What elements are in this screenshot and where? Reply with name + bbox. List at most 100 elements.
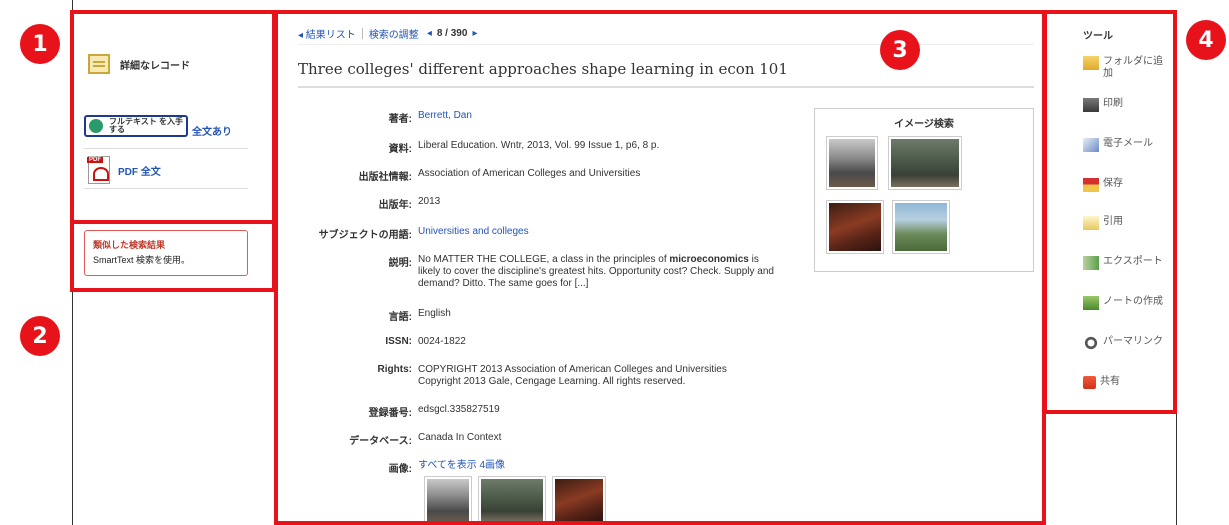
field-label: データベース: [349, 436, 412, 447]
field-label: 画像: [388, 464, 412, 475]
title-divider [298, 86, 1034, 88]
permalink-icon [1083, 336, 1099, 350]
description-text: No MATTER THE COLLEGE, a class in the pr… [418, 254, 670, 265]
page-title: Three colleges' different approaches sha… [298, 60, 788, 78]
field-value: Liberal Education. Wntr, 2013, Vol. 99 I… [418, 140, 660, 151]
image-search-thumbnail[interactable] [826, 200, 884, 254]
record-field: 出版社情報: Association of American Colleges a… [298, 168, 641, 183]
breadcrumb: ◂ 結果リスト 検索の調整 ◂ 8 / 390 ▸ [298, 26, 477, 41]
field-value-link[interactable]: Berrett, Dan [418, 110, 472, 125]
similar-results-title: 類似した検索結果 [93, 240, 166, 250]
image-search-thumbnail[interactable] [826, 136, 878, 190]
field-value-link[interactable]: Universities and colleges [418, 226, 529, 241]
field-value: Association of American Colleges and Uni… [418, 168, 641, 179]
save-icon [1083, 178, 1099, 192]
record-field: サブジェクトの用語: Universities and colleges [298, 226, 529, 241]
tool-label: 共有 [1100, 376, 1120, 387]
field-label: サブジェクトの用語: [318, 230, 412, 241]
divider [298, 44, 1034, 45]
record-icon [88, 54, 110, 74]
record-field: 言語: English [298, 308, 451, 323]
results-list-link[interactable]: ◂ 結果リスト [298, 26, 356, 41]
detailed-record-link[interactable]: 詳細なレコード [88, 54, 190, 74]
field-value: edsgcl.335827519 [418, 404, 500, 415]
field-label: 資料: [388, 144, 412, 155]
tool-item[interactable]: 引用 [1083, 216, 1165, 230]
callout-2: 2 [20, 316, 60, 356]
tool-item[interactable]: フォルダに追加 [1083, 56, 1165, 80]
prev-record-arrow[interactable]: ◂ [427, 28, 432, 39]
field-label: 著者: [388, 114, 412, 125]
callout-3: 3 [880, 30, 920, 70]
callout-1: 1 [20, 24, 60, 64]
field-label: 説明: [388, 258, 412, 269]
divider [84, 148, 248, 149]
tool-item[interactable]: 印刷 [1083, 98, 1165, 112]
tools-heading: ツール [1083, 31, 1113, 42]
note-icon [1083, 296, 1099, 310]
pdf-fulltext-label: PDF 全文 [118, 166, 161, 178]
tool-label: 保存 [1103, 178, 1123, 189]
record-field: 説明: No MATTER THE COLLEGE, a class in the… [298, 254, 780, 290]
pdf-fulltext-link[interactable]: PDF 全文 [87, 156, 161, 184]
tool-label: フォルダに追加 [1103, 56, 1163, 79]
get-fulltext-label: フルテキスト を入手する [109, 116, 183, 134]
export-icon [1083, 256, 1099, 270]
record-image-thumbnail[interactable] [424, 476, 472, 525]
field-label: Rights: [377, 364, 412, 375]
divider [84, 188, 248, 189]
printer-icon [1083, 98, 1099, 112]
field-label: ISSN: [385, 336, 412, 347]
tool-label: 印刷 [1103, 98, 1123, 109]
folder-icon [1083, 56, 1099, 70]
tool-label: ノートの作成 [1103, 296, 1163, 307]
fulltext-available-link[interactable]: 全文あり [192, 123, 232, 138]
right-column-border [1176, 410, 1177, 525]
get-fulltext-button[interactable]: フルテキスト を入手する [84, 114, 188, 137]
field-value: 0024-1822 [418, 336, 466, 347]
fulltext-row: フルテキスト を入手する 全文あり [84, 113, 232, 138]
record-field: Rights: COPYRIGHT 2013 Association of Ame… [298, 364, 768, 388]
tool-item[interactable]: 共有 [1083, 376, 1162, 389]
record-field: データベース: Canada In Context [298, 432, 501, 447]
record-field: 資料: Liberal Education. Wntr, 2013, Vol. 9… [298, 140, 660, 155]
field-label: 登録番号: [368, 408, 412, 419]
record-field: 著者: Berrett, Dan [298, 110, 472, 125]
image-search-thumbnail[interactable] [892, 200, 950, 254]
image-search-thumbnail[interactable] [888, 136, 962, 190]
separator [361, 28, 363, 39]
tool-label: エクスポート [1103, 256, 1163, 267]
record-position: 8 / 390 [436, 28, 468, 39]
record-field: 画像: すべてを表示 4画像 [298, 460, 505, 475]
field-label: 出版社情報: [358, 172, 412, 183]
field-value: 2013 [418, 196, 441, 207]
tool-item[interactable]: エクスポート [1083, 256, 1165, 270]
share-icon [1083, 376, 1096, 389]
fulltext-icon [89, 118, 103, 133]
tool-label: パーマリンク [1103, 336, 1163, 347]
description-highlight: microeconomics [669, 254, 749, 265]
callout-4: 4 [1186, 20, 1226, 60]
record-field: 登録番号: edsgcl.335827519 [298, 404, 500, 419]
record-image-thumbnail[interactable] [552, 476, 606, 525]
next-record-arrow[interactable]: ▸ [472, 28, 477, 39]
refine-search-link[interactable]: 検索の調整 [369, 26, 419, 41]
tool-label: 電子メール [1103, 138, 1153, 149]
similar-results-subtitle: SmartText 検索を使用。 [93, 255, 191, 265]
pdf-icon [87, 156, 110, 184]
tool-label: 引用 [1103, 216, 1123, 227]
detailed-record-label: 詳細なレコード [120, 60, 190, 72]
field-value: COPYRIGHT 2013 Association of American C… [418, 364, 727, 387]
field-label: 言語: [388, 312, 412, 323]
record-field: 出版年: 2013 [298, 196, 441, 211]
field-value: English [418, 308, 451, 319]
tool-item[interactable]: 保存 [1083, 178, 1165, 192]
tool-item[interactable]: 電子メール [1083, 138, 1165, 152]
field-value-link[interactable]: すべてを表示 4画像 [418, 460, 505, 475]
cite-icon [1083, 216, 1099, 230]
tool-item[interactable]: ノートの作成 [1083, 296, 1165, 310]
similar-results-box[interactable]: 類似した検索結果 SmartText 検索を使用。 [84, 230, 248, 276]
record-image-thumbnail[interactable] [478, 476, 546, 525]
tool-item[interactable]: パーマリンク [1083, 336, 1165, 350]
record-field: ISSN: 0024-1822 [298, 336, 466, 348]
